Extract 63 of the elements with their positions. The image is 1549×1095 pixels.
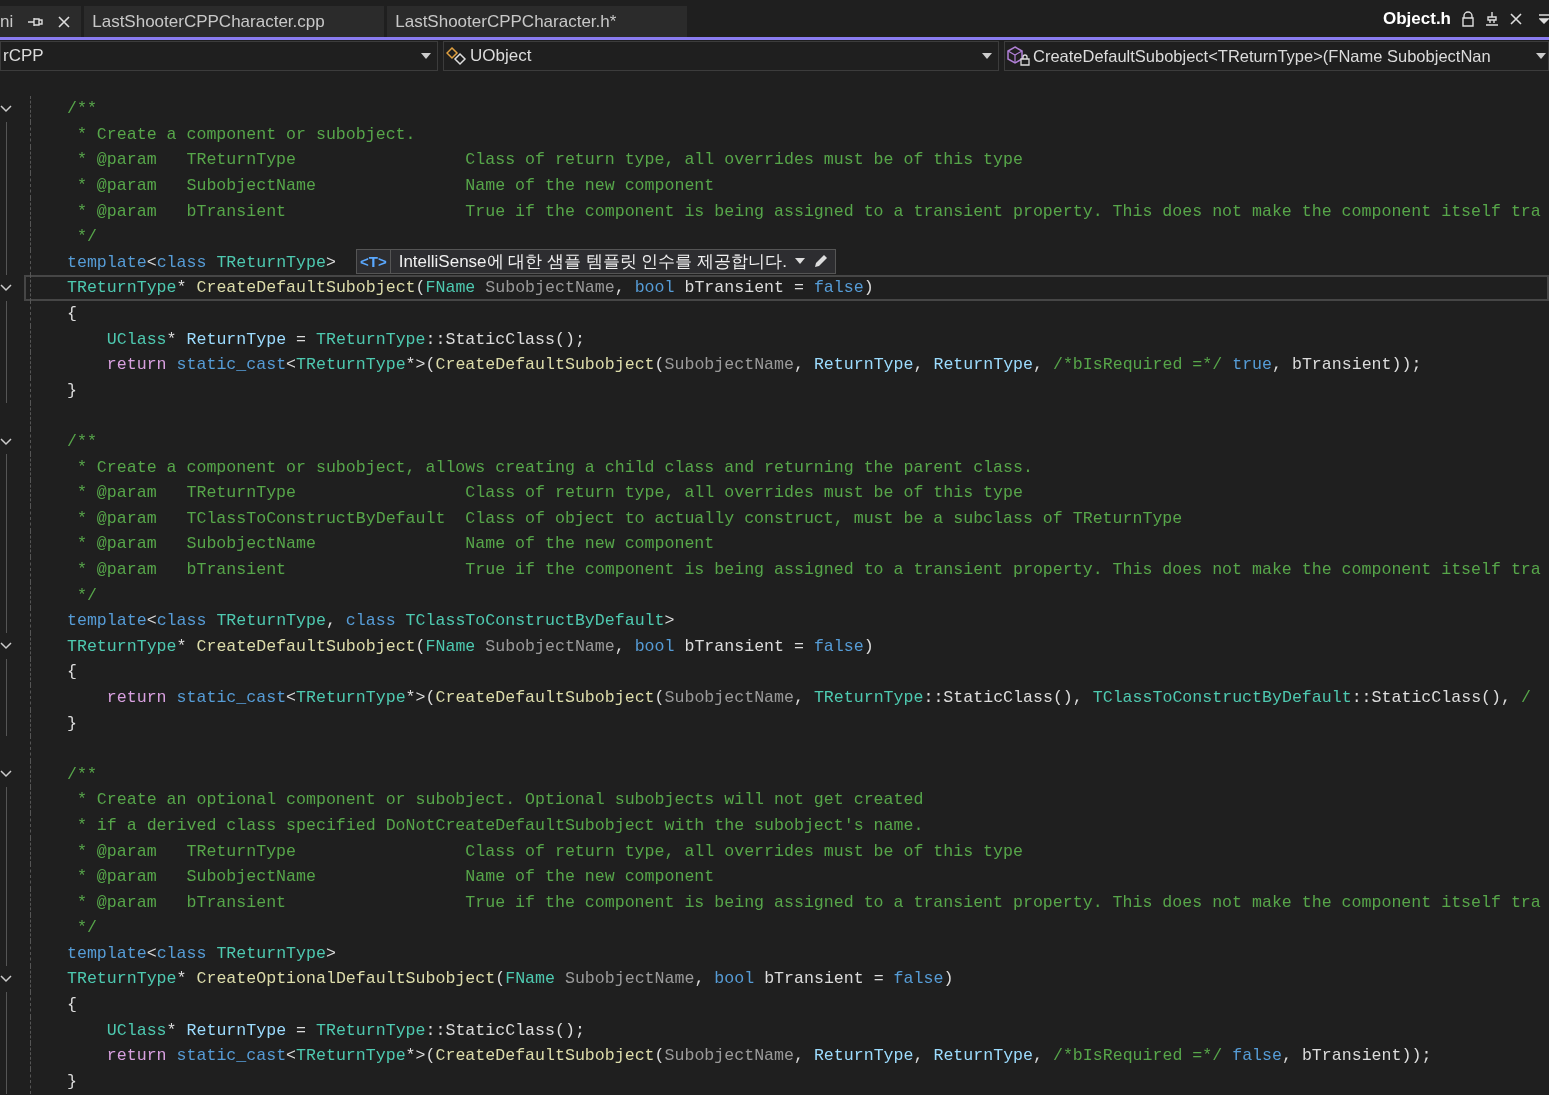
editor-tab[interactable]: ni (0, 6, 82, 37)
code-line: */ (75, 918, 97, 938)
tab-list-icon[interactable] (1539, 12, 1549, 25)
code-line: * Create a component or subobject, allows creating a child class and returning the parent class. (75, 457, 1033, 477)
fold-icon[interactable] (0, 283, 12, 292)
fold-icon[interactable] (0, 104, 12, 113)
code-line: /** (67, 432, 97, 451)
code-line: template<class TReturnType> (67, 252, 336, 272)
code-line: UClass* ReturnType = TReturnType::StaticClass(); (105, 1020, 585, 1040)
close-icon[interactable] (1509, 11, 1523, 26)
code-line: */ (75, 227, 97, 247)
caret-icon (982, 53, 992, 59)
code-line: } (67, 713, 77, 733)
code-line: { (67, 304, 77, 324)
code-line: { (67, 662, 77, 682)
caret-icon (1536, 53, 1546, 59)
code-line: template<class TReturnType> (67, 943, 336, 963)
navigation-dropdown[interactable]: CreateDefaultSubobject<TReturnType>(FName SubobjectNan (1004, 41, 1549, 71)
code-line: TReturnType* CreateDefaultSubobject(FName SubobjectName, bool bTransient = false) (67, 278, 874, 298)
code-line: UClass* ReturnType = TReturnType::StaticClass(); (105, 329, 585, 349)
class-icon (446, 46, 468, 66)
code-line: TReturnType* CreateOptionalDefaultSubobject(FName SubobjectName, bool bTransient = false) (67, 969, 954, 989)
pin-icon[interactable] (1485, 10, 1499, 27)
code-line: */ (75, 585, 97, 605)
template-tag: <T> (357, 249, 391, 273)
code-line: /** (67, 99, 97, 119)
code-line: } (67, 1071, 77, 1091)
pencil-icon[interactable] (812, 253, 829, 270)
cube-lock-icon (1007, 46, 1031, 66)
code-line: * @param bTransient True if the component is being assigned to a transient property. This does not make the component itself tra (75, 892, 1541, 912)
navigation-dropdown[interactable]: rCPP (0, 41, 438, 71)
code-line: return static_cast<TReturnType*>(CreateDefaultSubobject(SubobjectName, TReturnType::StaticClass(), TClassToConstructByDefault::StaticClass(), / (105, 687, 1531, 707)
template-hint-bar[interactable]: <T> IntelliSense에 대한 샘플 템플릿 인수를 제공합니다. (356, 248, 836, 274)
code-line: * @param TReturnType Class of return type, all overrides must be of this type (75, 841, 1023, 861)
code-line: * @param TReturnType Class of return type, all overrides must be of this type (75, 483, 1023, 503)
hint-text: IntelliSense에 대한 샘플 템플릿 인수를 제공합니다. (398, 250, 787, 273)
code-line: * Create an optional component or subobject. Optional subobjects will not get created (75, 790, 924, 810)
navigation-dropdown[interactable]: UObject (443, 41, 999, 71)
code-line: * @param bTransient True if the component is being assigned to a transient property. This does not make the component itself tra (75, 560, 1541, 579)
code-line: * @param SubobjectName Name of the new component (75, 867, 715, 887)
code-line: } (67, 380, 77, 400)
code-line: * @param SubobjectName Name of the new component (75, 176, 715, 196)
fold-icon[interactable] (0, 770, 12, 779)
code-line: * @param TClassToConstructByDefault Class of object to actually construct, must be a subclass of TReturnType (75, 508, 1183, 528)
fold-icon[interactable] (0, 437, 12, 446)
code-line: * Create a component or subobject. (75, 124, 416, 144)
code-line: * @param SubobjectName Name of the new component (75, 534, 715, 554)
code-line: TReturnType* CreateDefaultSubobject(FName SubobjectName, bool bTransient = false) (67, 636, 874, 656)
code-line: { (67, 995, 77, 1015)
caret-icon (421, 53, 431, 59)
code-line: /** (67, 764, 97, 784)
code-line: return static_cast<TReturnType*>(CreateDefaultSubobject(SubobjectName, ReturnType, ReturnType, /*bIsRequired =*/ false, bTransient)); (105, 1046, 1432, 1066)
fold-icon[interactable] (0, 975, 12, 983)
code-line: return static_cast<TReturnType*>(CreateDefaultSubobject(SubobjectName, ReturnType, ReturnType, /*bIsRequired =*/ true, bTransient)); (105, 355, 1422, 375)
close-icon[interactable] (57, 14, 72, 29)
code-line: * @param TReturnType Class of return type, all overrides must be of this type (75, 150, 1023, 170)
code-line: * if a derived class specified DoNotCreateDefaultSubobject with the subobject's name. (75, 815, 924, 835)
editor-tab[interactable]: LastShooterCPPCharacter.cpp (84, 6, 385, 37)
fold-icon[interactable] (0, 642, 12, 651)
caret-icon[interactable] (794, 258, 805, 265)
editor-tab[interactable]: LastShooterCPPCharacter.h* (387, 6, 688, 37)
code-line: template<class TReturnType, class TClassToConstructByDefault> (67, 611, 675, 631)
code-line: * @param bTransient True if the component is being assigned to a transient property. This does not make the component itself tra (75, 201, 1541, 221)
